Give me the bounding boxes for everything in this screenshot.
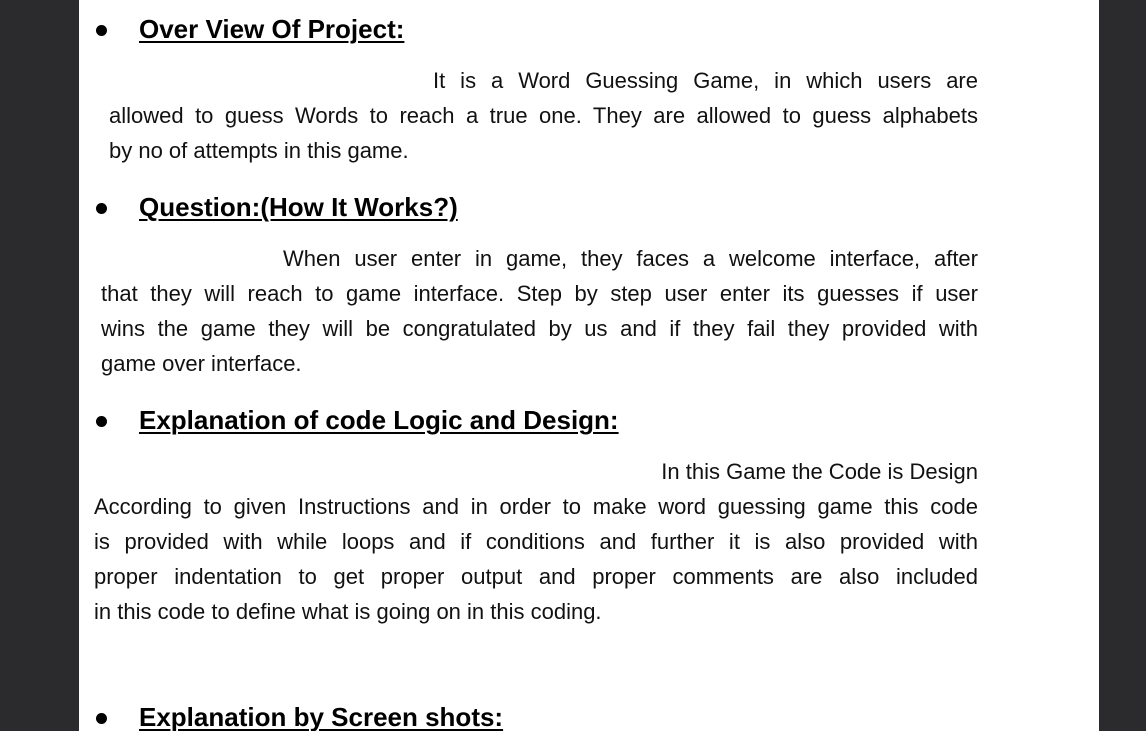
section-heading-overview: Over View Of Project: [79, 12, 979, 48]
section-heading-screenshots: Explanation by Screen shots: [79, 700, 979, 731]
paragraph-line: by no of attempts in this game. [109, 138, 409, 163]
paragraph-line: wins the game they will be congratulated… [101, 316, 978, 341]
paragraph-line: When user enter in game, they faces a we… [283, 246, 978, 271]
heading-text: Over View Of Project: [139, 14, 405, 44]
heading-text: Question:(How It Works?) [139, 192, 458, 222]
heading-text: Explanation by Screen shots: [139, 702, 504, 731]
bullet-icon [96, 203, 107, 214]
bullet-icon [96, 713, 107, 724]
paragraph-line: in this code to define what is going on … [94, 599, 602, 624]
paragraph-line: proper indentation to get proper output … [94, 564, 978, 589]
bullet-icon [96, 25, 107, 36]
document-viewer: Over View Of Project: It is a Word Guess… [0, 0, 1146, 731]
paragraph-line: game over interface. [101, 351, 302, 376]
paragraph-line: According to given Instructions and in o… [94, 494, 978, 519]
paragraph-line: allowed to guess Words to reach a true o… [109, 103, 978, 128]
paragraph-line: is provided with while loops and if cond… [94, 529, 978, 554]
paragraph-line: It is a Word Guessing Game, in which use… [433, 68, 978, 93]
section-heading-question: Question:(How It Works?) [79, 190, 979, 226]
paragraph-line: In this Game the Code is Design [661, 459, 978, 484]
paragraph-line: that they will reach to game interface. … [101, 281, 978, 306]
heading-text: Explanation of code Logic and Design: [139, 405, 619, 435]
document-page: Over View Of Project: It is a Word Guess… [79, 0, 1099, 731]
section-heading-explanation-code: Explanation of code Logic and Design: [79, 403, 979, 439]
bullet-icon [96, 416, 107, 427]
